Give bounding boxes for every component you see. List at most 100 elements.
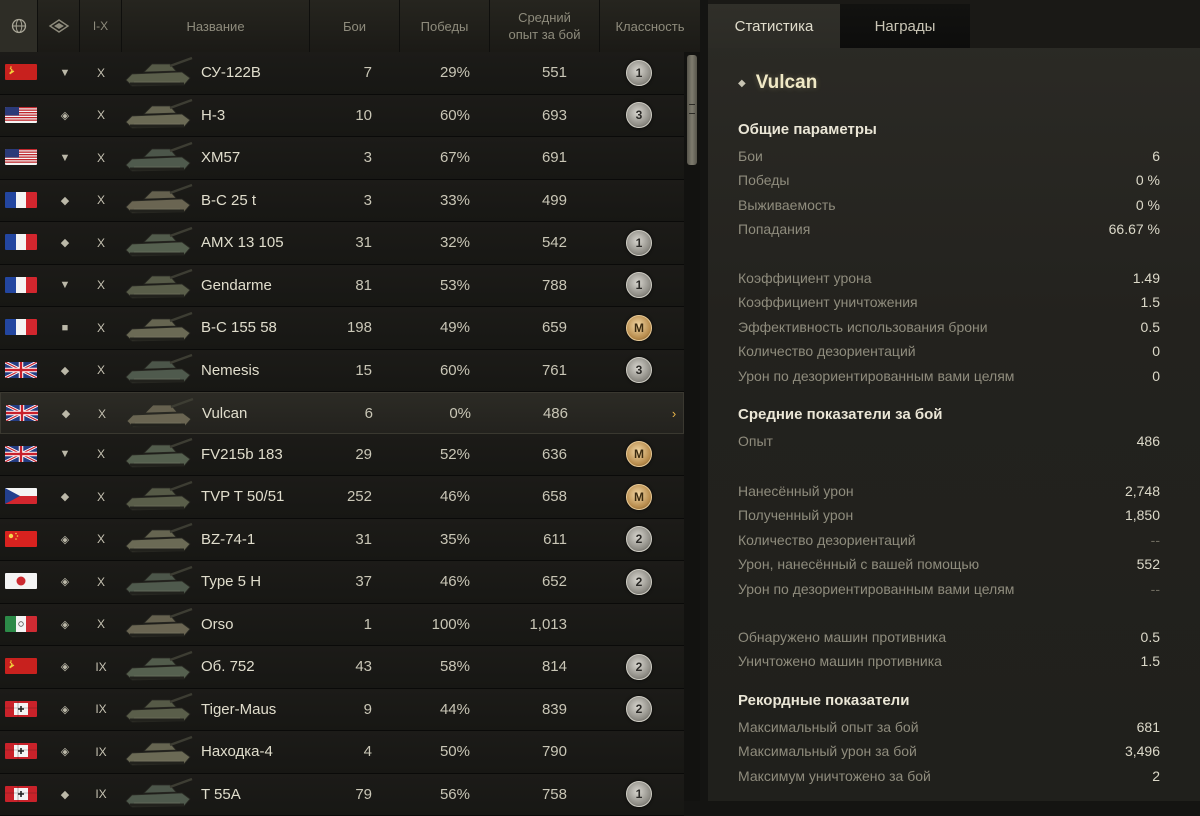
vehicle-wins: 58% (400, 646, 470, 687)
flag-france-icon (5, 277, 37, 293)
vehicle-row[interactable]: ◈XType 5 H3746%6522 (0, 561, 684, 604)
vehicle-wins: 0% (401, 393, 471, 434)
vehicle-avg-xp: 693 (500, 95, 567, 136)
medium-type-icon: ◈ (58, 731, 72, 772)
sort-by-name-button[interactable]: Название (122, 0, 310, 52)
sort-by-type-button[interactable] (38, 0, 80, 52)
avg-xp-header-label: Средний опыт за бой (504, 9, 585, 43)
tab-statistics-label: Статистика (735, 18, 814, 35)
vehicle-name: B-C 25 t (201, 180, 256, 221)
stat-label: Выживаемость (738, 197, 836, 213)
vehicle-row[interactable]: ◆XB-C 25 t333%499 (0, 180, 684, 223)
battles-header-label: Бои (343, 18, 366, 35)
mastery-badge-icon: 2 (624, 561, 654, 602)
td-type-icon: ▼ (58, 434, 72, 475)
vehicle-name: FV215b 183 (201, 434, 283, 475)
scroll-thumb[interactable] (687, 55, 697, 165)
vehicle-battles: 31 (310, 222, 372, 263)
sort-by-wins-button[interactable]: Победы (400, 0, 490, 52)
mastery-badge-label: 3 (626, 357, 652, 383)
flag-italy-icon (5, 616, 37, 632)
vehicle-avg-xp: 658 (500, 476, 567, 517)
sort-by-nation-button[interactable] (0, 0, 38, 52)
stat-value: 0.5 (1141, 629, 1160, 645)
vehicle-row[interactable]: ◈IXОб. 7524358%8142 (0, 646, 684, 689)
vehicle-battles: 31 (310, 519, 372, 560)
td-type-icon: ▼ (58, 137, 72, 178)
mastery-badge-label: 2 (626, 569, 652, 595)
vehicle-tier: IX (94, 646, 108, 687)
vehicle-avg-xp: 788 (500, 265, 567, 306)
section-title: Средние показатели за бой (738, 406, 943, 423)
tab-statistics[interactable]: Статистика (708, 4, 840, 48)
vehicle-battles: 252 (310, 476, 372, 517)
tab-awards[interactable]: Награды (840, 4, 970, 48)
vehicle-battles: 29 (310, 434, 372, 475)
medium-type-icon: ◈ (58, 689, 72, 730)
vehicle-row[interactable]: ◈XBZ-74-13135%6112 (0, 519, 684, 562)
sort-by-avg-xp-button[interactable]: Средний опыт за бой (490, 0, 600, 52)
vehicle-row[interactable]: ◆XTVP T 50/5125246%658M (0, 476, 684, 519)
stat-value: 2,748 (1125, 483, 1160, 499)
vehicle-tier: X (94, 222, 108, 263)
stat-label: Максимальный урон за бой (738, 743, 917, 759)
vehicle-tier: X (94, 180, 108, 221)
vehicle-row[interactable]: ◆XVulcan60%486› (0, 392, 684, 434)
vehicle-battles: 1 (310, 604, 372, 645)
flag-germany-icon (5, 701, 37, 717)
stat-value: 2 (1152, 768, 1160, 784)
mastery-badge-label: M (626, 441, 652, 467)
vehicle-name: TVP T 50/51 (201, 476, 284, 517)
vehicle-table: I-X Название Бои Победы Средний опыт за … (0, 0, 700, 801)
vehicle-wins: 60% (400, 95, 470, 136)
vehicle-row[interactable]: ▼XСУ-122В729%5511 (0, 52, 684, 95)
stat-row: Урон по дезориентированным вами целям0 (738, 368, 1160, 384)
vehicle-name: Nemesis (201, 350, 259, 391)
vertical-scrollbar[interactable] (684, 52, 700, 801)
vehicle-row[interactable]: ◈IXНаходка-4450%790 (0, 731, 684, 774)
light-type-icon: ◆ (58, 774, 72, 815)
flag-france-icon (5, 192, 37, 208)
flag-czech-icon (5, 488, 37, 504)
sort-by-tier-button[interactable]: I-X (80, 0, 122, 52)
vehicle-avg-xp: 761 (500, 350, 567, 391)
vehicle-tier: X (94, 604, 108, 645)
stat-value: 0 (1152, 368, 1160, 384)
vehicle-row[interactable]: ◈IXTiger-Maus944%8392 (0, 689, 684, 732)
mastery-badge-icon: 1 (624, 774, 654, 815)
stat-label: Коэффициент урона (738, 270, 872, 286)
vehicle-battles: 43 (310, 646, 372, 687)
tank-image (122, 476, 194, 517)
stat-value: 0 % (1136, 172, 1160, 188)
tank-image (123, 393, 195, 434)
vehicle-row[interactable]: ■XB-C 155 5819849%659M (0, 307, 684, 350)
vehicle-name: AMX 13 105 (201, 222, 284, 263)
vehicle-row[interactable]: ◈XH-31060%6933 (0, 95, 684, 138)
medium-type-icon: ◈ (58, 95, 72, 136)
tank-image (122, 731, 194, 772)
tank-image (122, 222, 194, 263)
stat-row: Количество дезориентаций0 (738, 343, 1160, 359)
stat-label: Урон, нанесённый с вашей помощью (738, 556, 979, 572)
vehicle-avg-xp: 652 (500, 561, 567, 602)
mastery-badge-label: 3 (626, 102, 652, 128)
vehicle-row[interactable]: ▼XXM57367%691 (0, 137, 684, 180)
flag-ussr-icon (5, 658, 37, 674)
vehicle-wins: 35% (400, 519, 470, 560)
vehicle-row[interactable]: ◆XAMX 13 1053132%5421 (0, 222, 684, 265)
vehicle-stats-panel: Статистика Награды ◆ Vulcan Общие параме… (708, 0, 1200, 801)
vehicle-row[interactable]: ◆IXT 55A7956%7581 (0, 774, 684, 816)
vehicle-wins: 44% (400, 689, 470, 730)
vehicle-row[interactable]: ◆XNemesis1560%7613 (0, 350, 684, 393)
sort-by-mastery-button[interactable]: Классность (600, 0, 700, 52)
vehicle-avg-xp: 814 (500, 646, 567, 687)
stat-row: Полученный урон1,850 (738, 507, 1160, 523)
light-type-icon: ◆ (58, 476, 72, 517)
stat-value: 0 % (1136, 197, 1160, 213)
vehicle-name: СУ-122В (201, 52, 261, 93)
vehicle-row[interactable]: ▼XGendarme8153%7881 (0, 265, 684, 308)
vehicle-row[interactable]: ◈XOrso1100%1,013 (0, 604, 684, 647)
vehicle-row[interactable]: ▼XFV215b 1832952%636M (0, 434, 684, 477)
tank-image (122, 265, 194, 306)
sort-by-battles-button[interactable]: Бои (310, 0, 400, 52)
